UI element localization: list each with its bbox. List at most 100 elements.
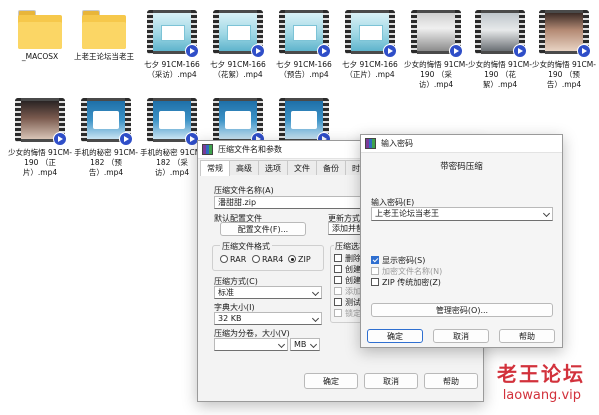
chevron-down-icon: [309, 340, 318, 349]
format-rar4-label: RAR4: [262, 255, 284, 264]
zip-legacy-label: ZIP 传统加密(Z): [382, 278, 441, 287]
video-thumbnail-icon: [81, 98, 133, 146]
play-badge-icon: [317, 44, 331, 58]
option-checkbox[interactable]: [334, 298, 342, 306]
tab-files[interactable]: 文件: [287, 160, 317, 175]
video-thumbnail-icon: [147, 10, 199, 58]
encrypt-names-checkbox[interactable]: [371, 267, 379, 275]
video-file-item[interactable]: 七夕 91CM-166 （采访）.mp4: [140, 10, 204, 80]
split-unit-select[interactable]: MB: [290, 338, 320, 351]
archive-filename-input[interactable]: 潘甜甜.zip: [214, 196, 364, 209]
video-file-item[interactable]: 少女的悔悟 91CM-190 （预告）.mp4: [532, 10, 596, 90]
option-checkbox[interactable]: [334, 309, 342, 317]
video-file-item[interactable]: 少女的悔悟 91CM-190 （正片）.mp4: [8, 98, 72, 178]
file-label: 七夕 91CM-166 （花絮）.mp4: [210, 60, 266, 79]
option-checkbox[interactable]: [334, 254, 342, 262]
format-zip-radio[interactable]: ZIP: [288, 255, 311, 264]
file-label: 上老王论坛当老王: [74, 52, 134, 61]
tab-options[interactable]: 选项: [258, 160, 288, 175]
cancel-button[interactable]: 取消: [433, 329, 489, 343]
file-label: 七夕 91CM-166 （预告）.mp4: [276, 60, 332, 79]
file-label: 七夕 91CM-166 （采访）.mp4: [144, 60, 200, 79]
video-thumbnail-icon: [147, 98, 199, 146]
chevron-down-icon: [277, 340, 286, 349]
profiles-button[interactable]: 配置文件(F)...: [220, 222, 306, 236]
option-label: 锁定: [345, 309, 361, 318]
update-mode-select[interactable]: 添加并替: [328, 222, 364, 235]
folder-item[interactable]: 上老王论坛当老王: [72, 10, 136, 62]
tab-general[interactable]: 常规: [200, 160, 230, 176]
video-thumbnail-icon: [213, 10, 265, 58]
watermark-text: 老王论坛: [497, 362, 585, 386]
tab-bar: 常规 高级 选项 文件 备份 时间: [200, 160, 375, 176]
video-thumbnail-icon: [345, 10, 397, 58]
video-file-item[interactable]: [272, 98, 336, 146]
radio-icon: [220, 255, 228, 263]
help-button[interactable]: 帮助: [424, 373, 478, 389]
video-thumbnail-icon: [15, 98, 67, 146]
cancel-button[interactable]: 取消: [364, 373, 418, 389]
play-badge-icon: [449, 44, 463, 58]
show-password-checkbox[interactable]: [371, 256, 379, 264]
radio-selected-icon: [288, 255, 296, 263]
file-label: 少女的悔悟 91CM-190 （预告）.mp4: [532, 60, 596, 89]
chevron-down-icon: [311, 314, 320, 323]
video-thumbnail-icon: [279, 98, 331, 146]
video-thumbnail-icon: [539, 10, 591, 58]
file-label: 手机的秘密 91CM-182 （预告）.mp4: [74, 148, 138, 177]
dialog-heading: 带密码压缩: [440, 162, 483, 172]
format-rar-radio[interactable]: RAR: [220, 255, 246, 264]
tab-advanced[interactable]: 高级: [229, 160, 259, 175]
ok-button[interactable]: 确定: [367, 329, 423, 343]
radio-icon: [252, 255, 260, 263]
chevron-down-icon: [311, 288, 320, 297]
play-badge-icon: [119, 132, 133, 146]
password-input[interactable]: 上老王论坛当老王: [371, 207, 553, 221]
help-button[interactable]: 帮助: [499, 329, 555, 343]
tab-backup[interactable]: 备份: [316, 160, 346, 175]
option-checkbox[interactable]: [334, 287, 342, 295]
winrar-app-icon: [202, 144, 213, 155]
video-file-item[interactable]: 手机的秘密 91CM-182 （采访）.mp4: [140, 98, 204, 178]
compression-method-select[interactable]: 标准: [214, 286, 322, 299]
video-file-item[interactable]: 七夕 91CM-166 （正片）.mp4: [338, 10, 402, 80]
video-file-item[interactable]: [206, 98, 270, 146]
option-checkbox[interactable]: [334, 276, 342, 284]
format-label: 压缩文件格式: [220, 241, 272, 252]
folder-item[interactable]: _MACOSX: [8, 10, 72, 62]
video-file-item[interactable]: 七夕 91CM-166 （预告）.mp4: [272, 10, 336, 80]
video-file-item[interactable]: 少女的悔悟 91CM-190 （采访）.mp4: [404, 10, 468, 90]
format-rar4-radio[interactable]: RAR4: [252, 255, 283, 264]
file-label: 少女的悔悟 91CM-190 （采访）.mp4: [404, 60, 468, 89]
play-badge-icon: [185, 44, 199, 58]
play-badge-icon: [53, 132, 67, 146]
video-thumbnail-icon: [411, 10, 463, 58]
video-file-item[interactable]: 七夕 91CM-166 （花絮）.mp4: [206, 10, 270, 80]
manage-passwords-button[interactable]: 管理密码(O)...: [371, 303, 553, 317]
ok-button[interactable]: 确定: [304, 373, 358, 389]
video-file-item[interactable]: 少女的悔悟 91CM-190 （花絮）.mp4: [468, 10, 532, 90]
video-thumbnail-icon: [279, 10, 331, 58]
folder-icon: [16, 10, 64, 50]
option-label: 删除: [345, 254, 361, 263]
split-unit-value: MB: [294, 340, 307, 349]
watermark-url: laowang.vip: [502, 388, 581, 403]
dictionary-value: 32 KB: [218, 314, 242, 323]
format-zip-label: ZIP: [298, 255, 311, 264]
encrypt-names-label: 加密文件名称(N): [382, 267, 443, 276]
folder-icon: [80, 10, 128, 50]
video-thumbnail-icon: [213, 98, 265, 146]
zip-legacy-checkbox[interactable]: [371, 278, 379, 286]
winrar-app-icon: [365, 138, 376, 149]
split-size-input[interactable]: [214, 338, 288, 351]
play-badge-icon: [251, 44, 265, 58]
option-label: 添加: [345, 287, 361, 296]
dictionary-size-select[interactable]: 32 KB: [214, 312, 322, 325]
password-dialog: 输入密码 带密码压缩 输入密码(E) 上老王论坛当老王 显示密码(S) 加密文件…: [360, 134, 563, 348]
option-label: 测试: [345, 298, 361, 307]
dialog-title: 输入密码: [381, 139, 413, 148]
chevron-down-icon: [542, 209, 551, 218]
password-dialog-titlebar[interactable]: 输入密码: [361, 135, 562, 153]
option-checkbox[interactable]: [334, 265, 342, 273]
video-file-item[interactable]: 手机的秘密 91CM-182 （预告）.mp4: [74, 98, 138, 178]
